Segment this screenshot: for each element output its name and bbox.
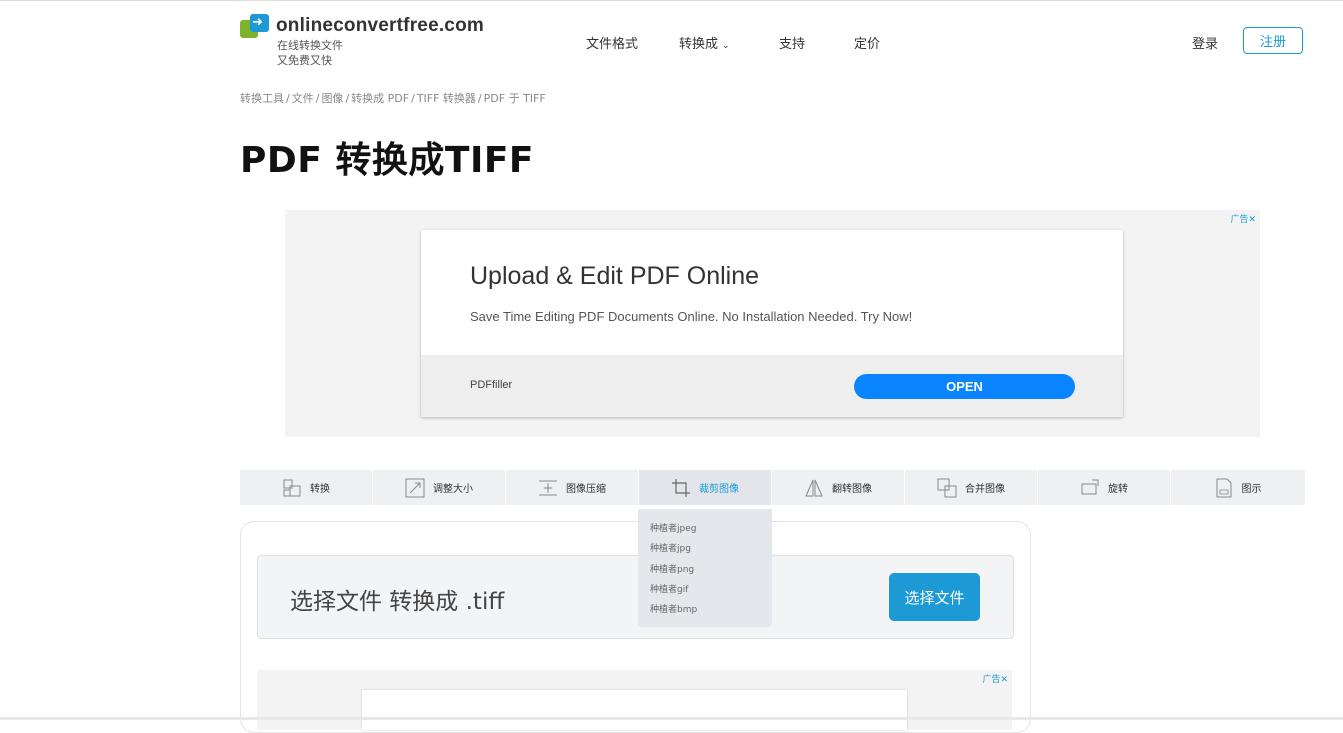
merge-icon <box>937 478 957 497</box>
breadcrumb-item[interactable]: 图像 <box>321 92 343 105</box>
main-nav: 文件格式 转换成 ⌄ 支持 定价 <box>586 33 880 52</box>
choose-file-button[interactable]: 选择文件 <box>889 573 980 621</box>
tool-resize[interactable]: 调整大小 <box>373 470 506 505</box>
rotate-icon <box>1081 479 1099 494</box>
ad-footer: PDFfiller OPEN <box>421 355 1123 417</box>
ad-close-label[interactable]: 广告✕ <box>1230 212 1256 225</box>
breadcrumb-item[interactable]: 转换成 PDF <box>351 92 409 105</box>
page-title: PDF 转换成TIFF <box>240 140 535 181</box>
flip-icon <box>805 479 823 496</box>
breadcrumb: 转换工具 / 文件 / 图像 / 转换成 PDF / TIFF 转换器 / PDF 于 TIFF <box>240 92 546 105</box>
ad-brand: PDFfiller <box>470 379 513 391</box>
tool-label: 图像压缩 <box>566 484 606 495</box>
nav-convert-to-label: 转换成 <box>679 37 719 52</box>
nav-pricing[interactable]: 定价 <box>854 33 880 52</box>
ad-card[interactable]: Upload & Edit PDF Online Save Time Editi… <box>421 230 1123 417</box>
top-border <box>0 0 1343 1</box>
dropdown-item-gif[interactable]: 种植者gif <box>650 582 688 595</box>
resize-icon <box>405 478 425 497</box>
tool-label: 图示 <box>1241 484 1262 495</box>
login-link[interactable]: 登录 <box>1192 33 1218 52</box>
dropdown-item-bmp[interactable]: 种植者bmp <box>650 602 697 615</box>
nav-convert-to[interactable]: 转换成 ⌄ <box>679 33 779 52</box>
breadcrumb-current: PDF 于 TIFF <box>483 92 546 105</box>
convert-icon <box>283 479 301 496</box>
drop-prompt: 选择文件 转换成 .tiff <box>290 589 505 615</box>
ad-open-button[interactable]: OPEN <box>854 374 1075 399</box>
ad-banner: 广告✕ Upload & Edit PDF Online Save Time E… <box>285 210 1260 437</box>
tool-rotate[interactable]: 旋转 <box>1038 470 1171 505</box>
tool-flip[interactable]: 翻转图像 <box>772 470 905 505</box>
dropdown-item-jpeg[interactable]: 种植者jpeg <box>650 521 696 534</box>
tool-diagram[interactable]: 图示 <box>1171 470 1304 505</box>
breadcrumb-item[interactable]: 文件 <box>292 92 314 105</box>
logo-tagline-2: 又免费又快 <box>277 54 332 67</box>
tool-crop[interactable]: 裁剪图像 <box>639 470 772 505</box>
dropdown-item-png[interactable]: 种植者png <box>650 562 694 575</box>
tool-label: 调整大小 <box>433 484 473 495</box>
breadcrumb-item[interactable]: 转换工具 <box>240 92 284 105</box>
register-button[interactable]: 注册 <box>1243 27 1303 54</box>
ad-card[interactable] <box>362 690 907 730</box>
tool-label: 翻转图像 <box>832 484 872 495</box>
tool-bar: 转换 调整大小 图像压缩 裁剪图像 翻转图像 合并图像 旋转 图示 <box>240 470 1305 505</box>
ad-close-label[interactable]: 广告✕ <box>982 672 1008 685</box>
tool-convert[interactable]: 转换 <box>240 470 373 505</box>
crop-icon <box>672 478 690 497</box>
dropdown-item-jpg[interactable]: 种植者jpg <box>650 541 691 554</box>
tool-label: 合并图像 <box>965 484 1005 495</box>
file-icon <box>1216 478 1231 497</box>
file-drop-zone[interactable]: 选择文件 转换成 .tiff 选择文件 <box>257 555 1014 639</box>
logo-tagline-1: 在线转换文件 <box>277 39 343 52</box>
ad-description: Save Time Editing PDF Documents Online. … <box>470 309 913 324</box>
tool-compress[interactable]: 图像压缩 <box>506 470 639 505</box>
ad-banner-secondary: 广告✕ <box>257 670 1012 730</box>
breadcrumb-item[interactable]: TIFF 转换器 <box>417 92 476 105</box>
logo-name: onlineconvertfree.com <box>276 15 484 36</box>
tool-label: 旋转 <box>1108 484 1128 495</box>
ad-headline: Upload & Edit PDF Online <box>470 262 760 290</box>
logo-icon: ➜ <box>240 14 270 40</box>
crop-dropdown-menu: 种植者jpeg 种植者jpg 种植者png 种植者gif 种植者bmp <box>638 509 772 627</box>
tool-merge[interactable]: 合并图像 <box>905 470 1038 505</box>
compress-icon <box>539 480 557 495</box>
logo[interactable]: ➜ onlineconvertfree.com 在线转换文件 又免费又快 <box>240 14 484 68</box>
chevron-down-icon: ⌄ <box>722 41 730 51</box>
nav-support[interactable]: 支持 <box>779 33 854 52</box>
tool-label: 转换 <box>310 484 330 495</box>
nav-file-formats[interactable]: 文件格式 <box>586 33 679 52</box>
tool-label: 裁剪图像 <box>699 484 739 495</box>
